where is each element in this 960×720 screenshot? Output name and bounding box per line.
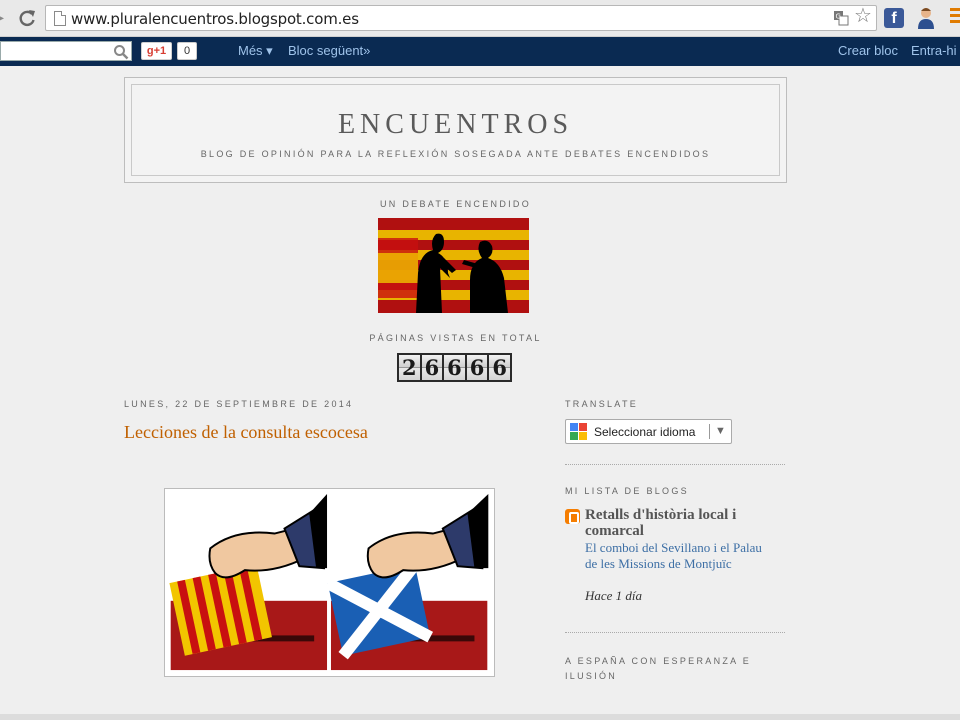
google-translate-icon	[570, 423, 587, 440]
login-link[interactable]: Entra-hi	[911, 43, 957, 58]
post-date: LUNES, 22 DE SEPTIEMBRE DE 2014	[124, 399, 354, 409]
gplus-count: 0	[177, 42, 197, 60]
next-blog-link[interactable]: Bloc següent»	[288, 43, 370, 58]
person-extension-icon[interactable]	[917, 7, 935, 29]
blog-title[interactable]: ENCUENTROS	[132, 109, 779, 141]
blogger-navbar: g+1 0 Més ▾ Bloc següent» Crear bloc Ent…	[0, 37, 960, 66]
window-bottom-edge	[0, 714, 960, 720]
create-blog-link[interactable]: Crear bloc	[838, 43, 898, 58]
debate-image[interactable]	[378, 218, 529, 313]
url-text[interactable]: www.pluralencuentros.blogspot.com.es	[71, 10, 359, 28]
bloglist-blog-name[interactable]: Retalls d'història local i comarcal	[585, 507, 780, 539]
post-title[interactable]: Lecciones de la consulta escocesa	[124, 422, 368, 443]
bloglist-widget-title: MI LISTA DE BLOGS	[565, 486, 689, 496]
views-widget-title: PÁGINAS VISTAS EN TOTAL	[369, 333, 542, 343]
views-counter: 2 6 6 6 6	[397, 353, 512, 382]
gplus-button[interactable]: g+1	[141, 42, 172, 60]
debate-widget-title: UN DEBATE ENCENDIDO	[379, 199, 532, 209]
counter-digit: 6	[444, 355, 465, 380]
chevron-down-icon[interactable]: ▼	[715, 425, 726, 437]
sidebar-divider	[565, 632, 785, 633]
bloglist-post-link[interactable]: El comboi del Sevillano i el Palau de le…	[585, 540, 765, 572]
facebook-icon[interactable]: f	[884, 8, 904, 28]
post-image[interactable]	[164, 488, 495, 677]
select-separator	[709, 424, 710, 439]
forward-icon[interactable]: ▸	[0, 10, 5, 24]
sidebar-divider	[565, 464, 785, 465]
blog-header-inner: ENCUENTROS BLOG DE OPINIÓN PARA LA REFLE…	[131, 84, 780, 176]
translate-widget-title: TRANSLATE	[565, 399, 639, 409]
language-select[interactable]: Seleccionar idioma ▼	[565, 419, 732, 444]
counter-digit: 2	[399, 355, 420, 380]
counter-digit: 6	[466, 355, 488, 380]
svg-text:G: G	[836, 13, 841, 21]
search-icon[interactable]	[113, 44, 129, 60]
translate-icon[interactable]: G	[833, 10, 849, 26]
page-icon	[54, 11, 66, 26]
more-menu[interactable]: Més ▾	[238, 43, 273, 59]
address-bar[interactable]: www.pluralencuentros.blogspot.com.es G ☆	[45, 5, 877, 31]
menu-icon[interactable]	[950, 8, 960, 28]
blog-search-input[interactable]	[0, 41, 132, 61]
bookmark-star-icon[interactable]: ☆	[852, 5, 874, 27]
counter-digit: 6	[421, 355, 443, 380]
counter-digit: 6	[489, 355, 510, 380]
browser-toolbar: ▸ www.pluralencuentros.blogspot.com.es G…	[0, 0, 960, 37]
reload-icon[interactable]	[17, 8, 37, 28]
language-select-label: Seleccionar idioma	[594, 425, 696, 439]
blog-header: ENCUENTROS BLOG DE OPINIÓN PARA LA REFLE…	[124, 77, 787, 183]
bloglist-post-time: Hace 1 día	[585, 588, 643, 603]
blogger-icon	[565, 509, 580, 524]
espana-widget-title: A ESPAÑA CON ESPERANZA E ILUSIÓN	[565, 656, 752, 681]
blog-description: BLOG DE OPINIÓN PARA LA REFLEXIÓN SOSEGA…	[200, 149, 711, 159]
